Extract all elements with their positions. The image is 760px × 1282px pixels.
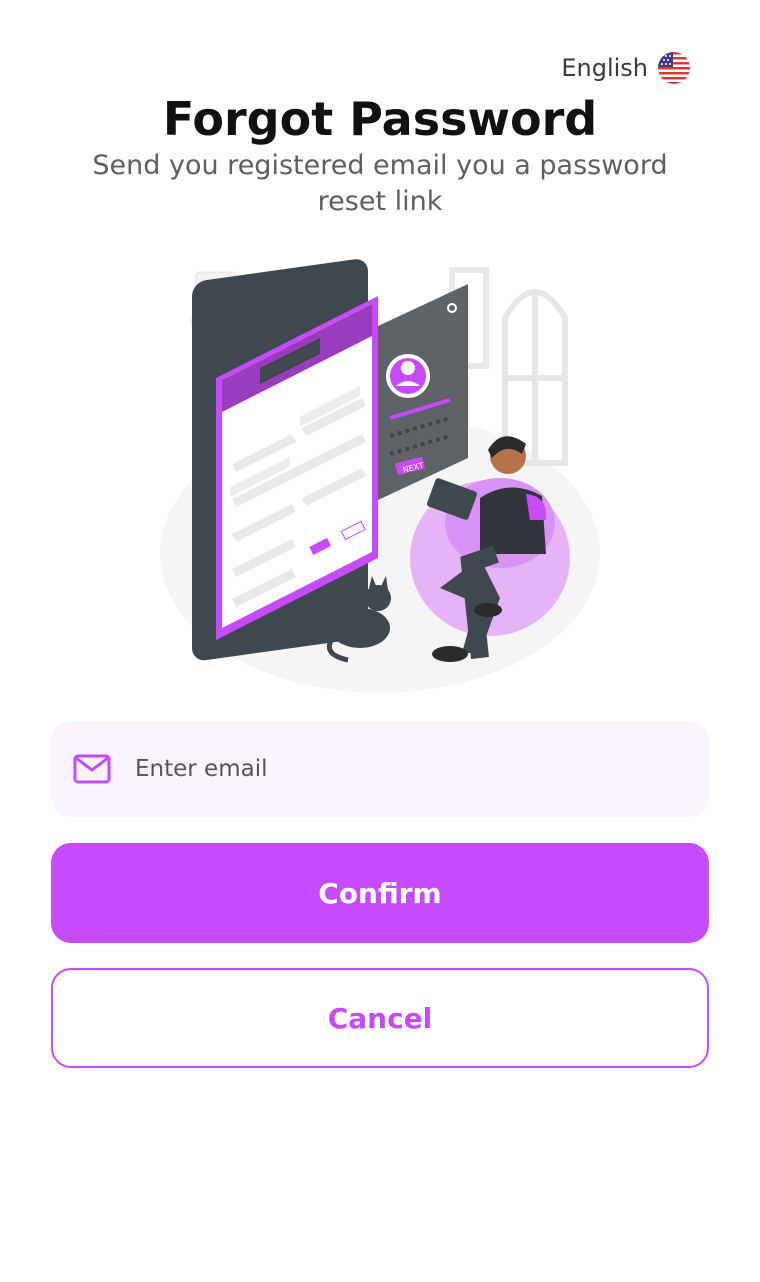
language-selector[interactable]: English bbox=[561, 52, 690, 84]
page-title: Forgot Password bbox=[162, 92, 598, 146]
cancel-button[interactable]: Cancel bbox=[51, 968, 709, 1068]
page-subtitle: Send you registered email you a password… bbox=[92, 150, 668, 217]
email-field-container bbox=[51, 721, 709, 817]
language-label: English bbox=[561, 54, 648, 82]
mail-icon bbox=[73, 754, 111, 784]
window-icon bbox=[502, 289, 568, 466]
email-input[interactable] bbox=[133, 755, 697, 783]
confirm-button[interactable]: Confirm bbox=[51, 843, 709, 943]
us-flag-icon bbox=[658, 52, 690, 84]
forgot-password-illustration: NEXT FORM bbox=[160, 259, 600, 693]
